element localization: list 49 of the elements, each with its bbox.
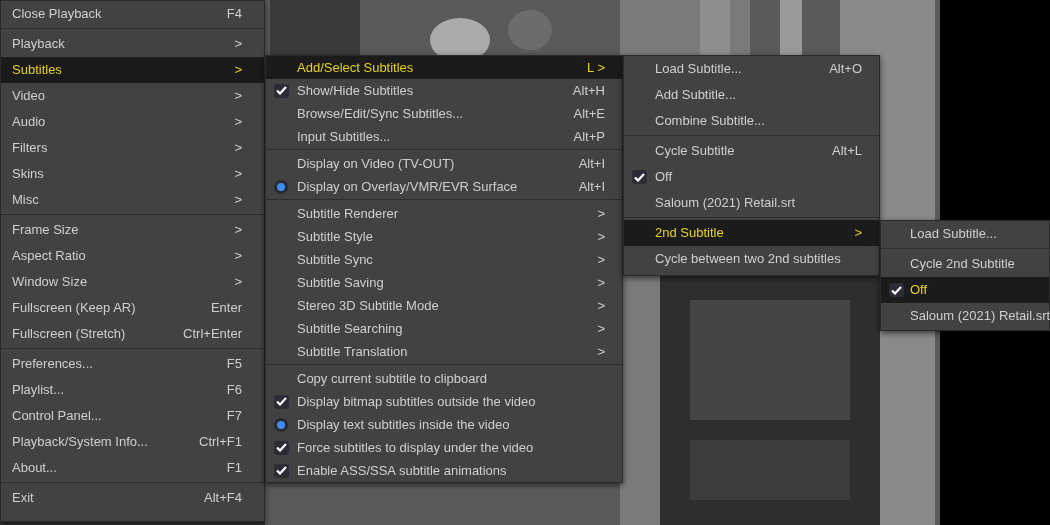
menu-item[interactable]: Audio > xyxy=(1,109,264,135)
menu-item[interactable]: Subtitles > xyxy=(1,57,264,83)
menu-item[interactable]: Subtitle Style > xyxy=(266,225,622,248)
menu-item[interactable]: Enable ASS/SSA subtitle animations xyxy=(266,459,622,482)
menu-item[interactable]: Combine Subtitle... xyxy=(624,108,879,134)
menu-item[interactable]: Force subtitles to display under the video xyxy=(266,436,622,459)
menu-item[interactable]: Playlist... F6 xyxy=(1,377,264,403)
menu-item[interactable]: Cycle between two 2nd subtitles xyxy=(624,246,879,272)
menu-item[interactable]: Display on Video (TV-OUT) Alt+I xyxy=(266,152,622,175)
menu-item[interactable]: Frame Size > xyxy=(1,217,264,243)
menu-item[interactable]: Filters > xyxy=(1,135,264,161)
menu-item[interactable]: Off xyxy=(624,164,879,190)
menu-item[interactable]: Browse/Edit/Sync Subtitles... Alt+E xyxy=(266,102,622,125)
menu-item[interactable]: Subtitle Translation > xyxy=(266,340,622,363)
menu-item[interactable]: Control Panel... F7 xyxy=(1,403,264,429)
menu-item[interactable]: Video > xyxy=(1,83,264,109)
menu-item[interactable]: Subtitle Searching > xyxy=(266,317,622,340)
menu-item[interactable]: Cycle 2nd Subtitle xyxy=(881,251,1049,277)
menu-item[interactable]: Misc > xyxy=(1,187,264,213)
menu-item[interactable]: Input Subtitles... Alt+P xyxy=(266,125,622,148)
menu-item[interactable]: Saloum (2021) Retail.srt xyxy=(624,190,879,216)
menu-item[interactable]: Aspect Ratio > xyxy=(1,243,264,269)
menu-item[interactable]: Window Size > xyxy=(1,269,264,295)
menu-item[interactable]: About... F1 xyxy=(1,455,264,481)
menu-item[interactable]: Exit Alt+F4 xyxy=(1,485,264,511)
menu-item[interactable]: Load Subtitle... xyxy=(881,221,1049,247)
menu-item[interactable]: Load Subtitle... Alt+O xyxy=(624,56,879,82)
menu-item[interactable]: Cycle Subtitle Alt+L xyxy=(624,138,879,164)
menu-item[interactable]: Saloum (2021) Retail.srt xyxy=(881,303,1049,329)
menu-item[interactable]: Add/Select Subtitles L > xyxy=(266,56,622,79)
menu-item[interactable]: Skins > xyxy=(1,161,264,187)
menu-item[interactable]: 2nd Subtitle > xyxy=(624,220,879,246)
menu-item[interactable]: Preferences... F5 xyxy=(1,351,264,377)
menu-item[interactable]: Subtitle Sync > xyxy=(266,248,622,271)
menu-item[interactable]: Stereo 3D Subtitle Mode > xyxy=(266,294,622,317)
menu-item[interactable]: Close Playback F4 xyxy=(1,1,264,27)
menu-item[interactable]: Off xyxy=(881,277,1049,303)
menu-item[interactable]: Display bitmap subtitles outside the video xyxy=(266,390,622,413)
menu-item[interactable]: Playback > xyxy=(1,31,264,57)
menu-item[interactable]: Display on Overlay/VMR/EVR Surface Alt+I xyxy=(266,175,622,198)
menu-item[interactable]: Subtitle Saving > xyxy=(266,271,622,294)
menu-item[interactable]: Fullscreen (Stretch) Ctrl+Enter xyxy=(1,321,264,347)
menu-item[interactable]: Playback/System Info... Ctrl+F1 xyxy=(1,429,264,455)
menu-item[interactable]: Subtitle Renderer > xyxy=(266,202,622,225)
menu-item[interactable]: Copy current subtitle to clipboard xyxy=(266,367,622,390)
menu-item[interactable]: Show/Hide Subtitles Alt+H xyxy=(266,79,622,102)
menu-item[interactable]: Fullscreen (Keep AR) Enter xyxy=(1,295,264,321)
menu-item[interactable]: Display text subtitles inside the video xyxy=(266,413,622,436)
menu-item[interactable]: Add Subtitle... xyxy=(624,82,879,108)
